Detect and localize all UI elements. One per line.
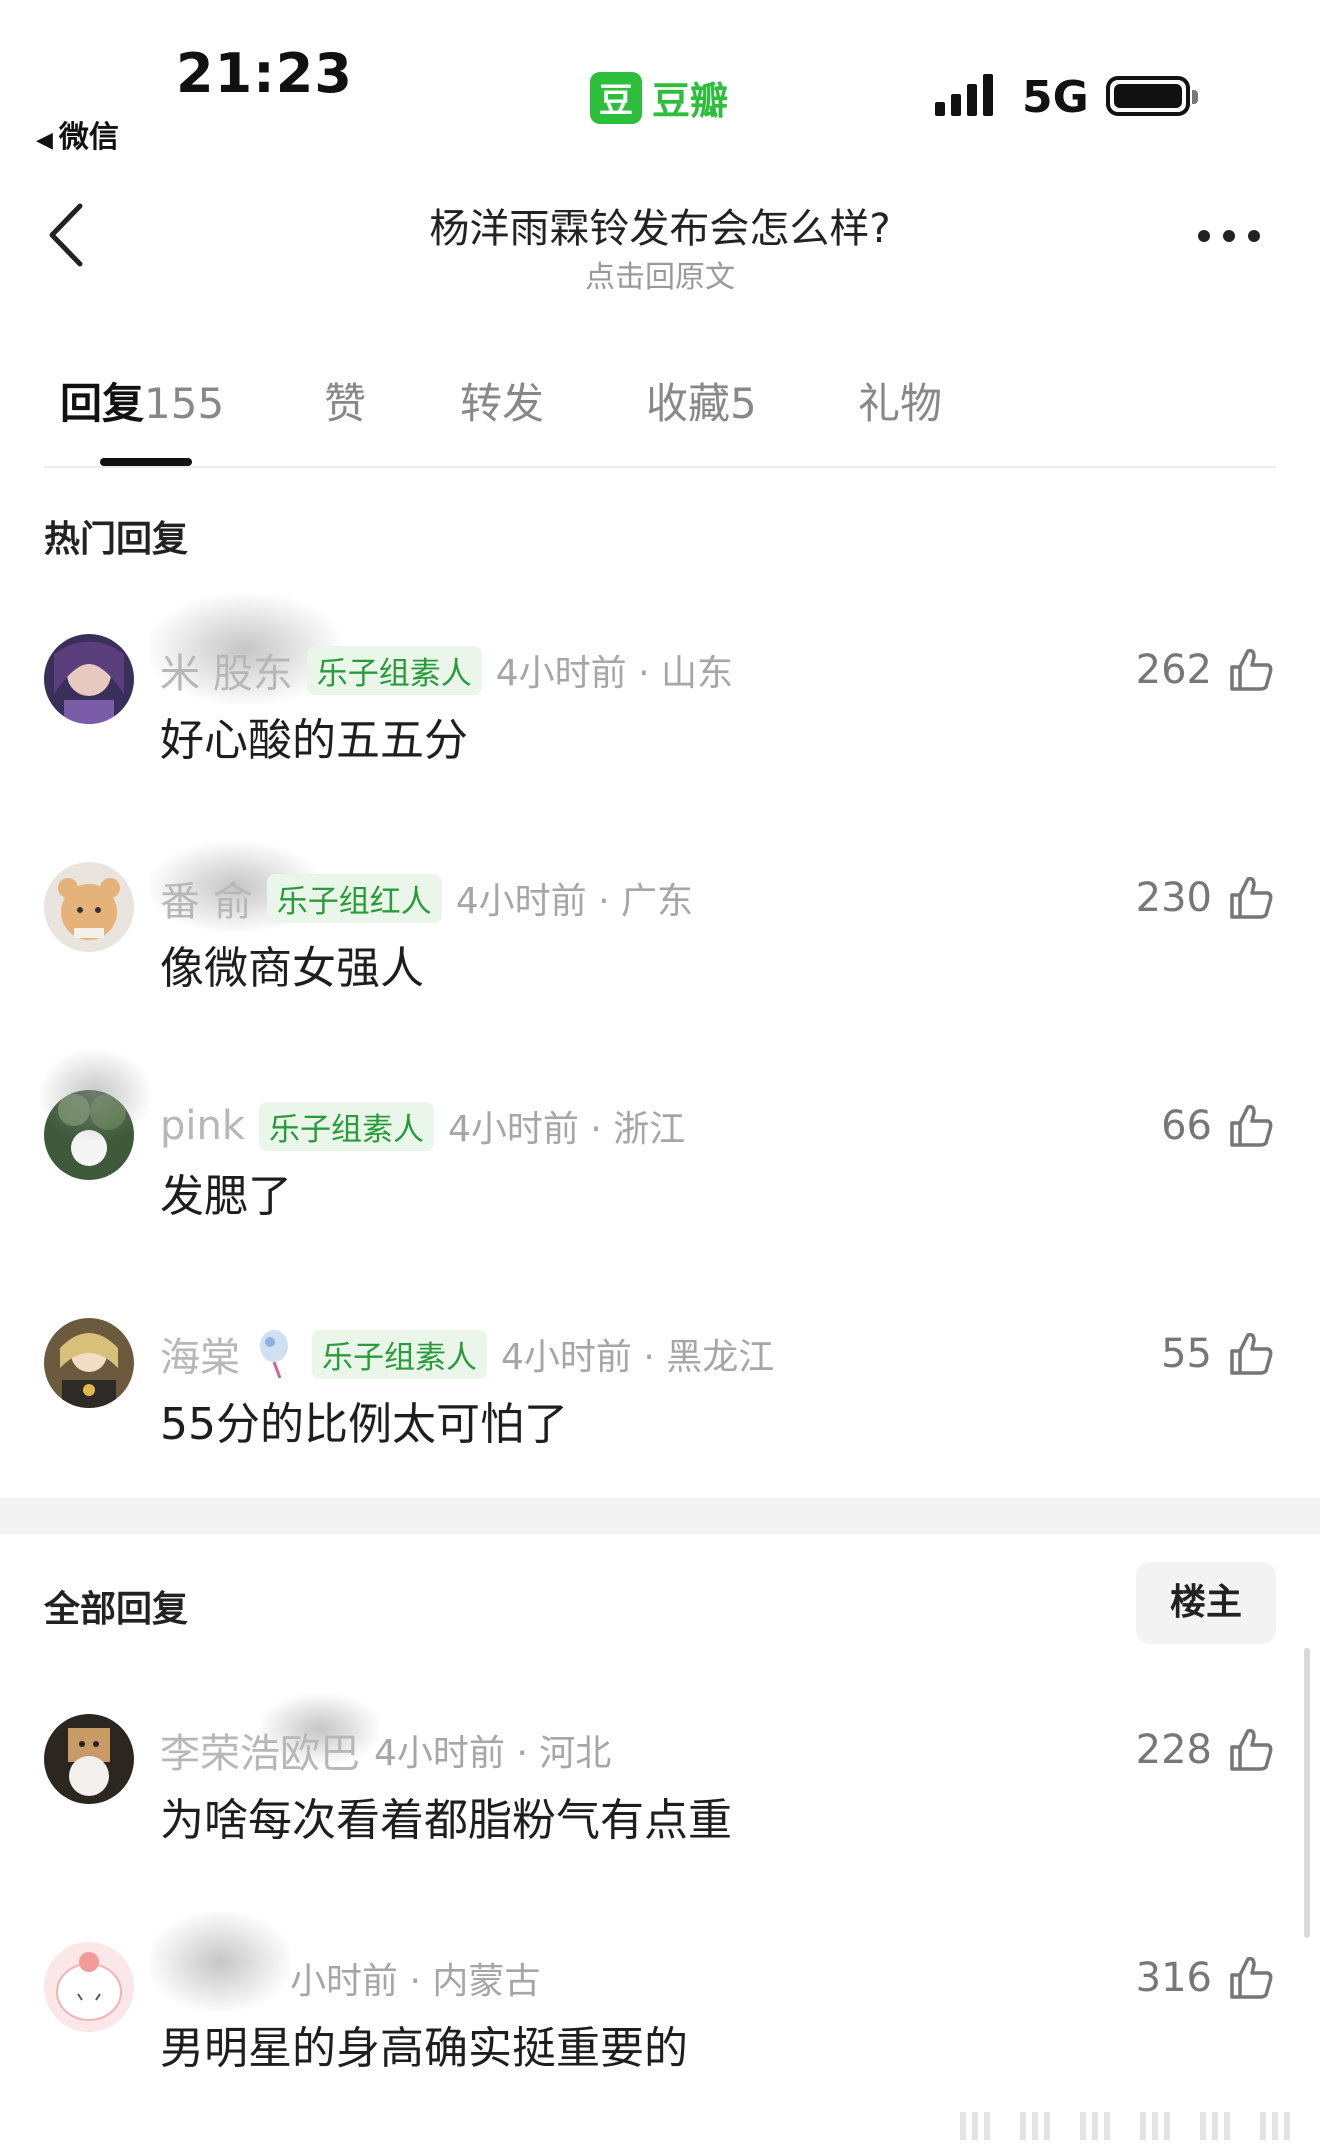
status-time: 21:23 (176, 42, 353, 105)
redaction-scribble (150, 1912, 290, 2012)
active-tab-indicator (100, 458, 192, 466)
owner-only-button[interactable]: 楼主 (1136, 1562, 1276, 1644)
app-badge: 豆 豆瓣 (590, 70, 728, 125)
tab-gifts[interactable]: 礼物 (858, 370, 942, 431)
group-badge: 乐子组素人 (306, 645, 482, 695)
nav-bar: 杨洋雨霖铃发布会怎么样? 点击回原文 (0, 180, 1320, 300)
comment-meta: 4小时前 · 河北 (374, 1733, 612, 1774)
avatar[interactable] (44, 1318, 134, 1408)
tab-count: 5 (730, 379, 757, 428)
thumbs-up-icon (1230, 1104, 1273, 1147)
like-count: 66 (1161, 1103, 1212, 1149)
tab-bar: 回复155 赞 转发 收藏5 礼物 (0, 370, 1320, 470)
tab-count: 155 (144, 379, 225, 428)
comment-username[interactable]: pink (160, 1103, 245, 1149)
tab-label: 回复 (60, 379, 145, 428)
hot-replies-heading: 热门回复 (44, 519, 189, 560)
comment-text[interactable]: 好心酸的五五分 (160, 704, 468, 768)
all-replies-heading: 全部回复 (44, 1589, 189, 1630)
watermark-bars (960, 2112, 1290, 2140)
comment-text[interactable]: 发腮了 (160, 1160, 292, 1224)
like-button[interactable]: 66 (1161, 1096, 1276, 1156)
douban-comment-page: 21:23 ◀ 微信 豆 豆瓣 5G 杨洋雨霖铃发布会怎么样? 点击回原文 回复1… (0, 0, 1320, 2154)
back-to-original-link[interactable]: 点击回原文 (0, 252, 1320, 296)
comment-header: pink 乐子组素人 4小时前 · 浙江 (160, 1096, 685, 1156)
status-bar: 21:23 ◀ 微信 豆 豆瓣 5G (0, 0, 1320, 155)
like-count: 316 (1135, 1955, 1212, 2001)
avatar[interactable] (44, 1942, 134, 2032)
section-separator (0, 1498, 1320, 1534)
thumbs-up-icon (1230, 1332, 1273, 1375)
tab-label: 赞 (324, 379, 367, 428)
group-badge: 乐子组素人 (259, 1101, 435, 1151)
like-count: 230 (1135, 875, 1212, 921)
thumbs-up-icon (1230, 648, 1273, 691)
comment-username[interactable]: 番 俞 (160, 869, 253, 927)
comment-item: pink 乐子组素人 4小时前 · 浙江 发腮了 66 (0, 1050, 1320, 1270)
thumbs-up-icon (1230, 1956, 1273, 1999)
avatar[interactable] (44, 634, 134, 724)
network-type: 5G (1022, 72, 1089, 123)
group-badge: 乐子组红人 (266, 873, 442, 923)
comment-header: 番 俞 乐子组红人 4小时前 · 广东 (160, 868, 693, 928)
comment-item: 米 股东 乐子组素人 4小时前 · 山东 好心酸的五五分 262 (0, 594, 1320, 814)
app-name: 豆瓣 (652, 79, 729, 123)
like-count: 262 (1135, 647, 1212, 693)
comment-item: 番 俞 乐子组红人 4小时前 · 广东 像微商女强人 230 (0, 842, 1320, 1042)
battery-icon (1106, 76, 1198, 116)
comment-item: 李荣浩欧巴 4小时前 · 河北 为啥每次看着都脂粉气有点重 228 (0, 1694, 1320, 1894)
comment-meta: 4小时前 · 广东 (455, 881, 693, 922)
avatar[interactable] (44, 1714, 134, 1804)
comment-text[interactable]: 为啥每次看着都脂粉气有点重 (160, 1784, 732, 1848)
back-triangle-icon: ◀ (36, 128, 53, 153)
like-button[interactable]: 228 (1136, 1720, 1276, 1780)
comment-text[interactable]: 55分的比例太可怕了 (160, 1388, 568, 1452)
balloon-icon (260, 1330, 288, 1379)
comment-header: 李荣浩欧巴 4小时前 · 河北 (160, 1720, 611, 1780)
douban-logo-icon: 豆 (590, 71, 642, 124)
like-button[interactable]: 262 (1136, 640, 1276, 700)
back-app-label: 微信 (58, 120, 119, 155)
scrollbar[interactable] (1304, 1648, 1310, 1938)
like-button[interactable]: 316 (1136, 1948, 1276, 2008)
signal-icon (935, 72, 993, 116)
like-button[interactable]: 55 (1161, 1324, 1276, 1384)
like-count: 55 (1161, 1331, 1212, 1377)
like-button[interactable]: 230 (1136, 868, 1276, 928)
tab-reposts[interactable]: 转发 (460, 370, 544, 431)
group-badge: 乐子组素人 (312, 1329, 487, 1379)
like-count: 228 (1135, 1727, 1212, 1773)
comment-header: 米 股东 乐子组素人 4小时前 · 山东 (160, 640, 733, 700)
tab-favorites[interactable]: 收藏5 (646, 370, 757, 431)
redaction-scribble (40, 1050, 150, 1140)
comment-header: 小时前 · 内蒙古 (290, 1948, 540, 2008)
comment-item: 小时前 · 内蒙古 男明星的身高确实挺重要的 316 (0, 1912, 1320, 2122)
comment-username[interactable]: 米 股东 (160, 641, 293, 699)
divider (44, 466, 1276, 468)
page-title: 杨洋雨霖铃发布会怎么样? (429, 206, 891, 252)
comment-meta: 4小时前 · 浙江 (448, 1109, 686, 1150)
avatar[interactable] (44, 862, 134, 952)
tab-replies[interactable]: 回复155 (60, 370, 224, 431)
tab-label: 收藏 (646, 379, 731, 428)
thumbs-up-icon (1230, 876, 1273, 919)
comment-username[interactable]: 海棠 (160, 1325, 240, 1383)
thumbs-up-icon (1230, 1728, 1273, 1771)
comment-text[interactable]: 像微商女强人 (160, 932, 424, 996)
back-to-wechat-link[interactable]: ◀ 微信 (36, 112, 119, 156)
tab-label: 礼物 (858, 379, 943, 428)
comment-text[interactable]: 男明星的身高确实挺重要的 (160, 2012, 688, 2076)
comment-username[interactable]: 李荣浩欧巴 (160, 1721, 360, 1779)
tab-likes[interactable]: 赞 (324, 370, 366, 431)
comment-meta: 4小时前 · 黑龙江 (501, 1337, 775, 1378)
comment-item: 海棠 乐子组素人 4小时前 · 黑龙江 55分的比例太可怕了 55 (0, 1318, 1320, 1498)
tab-label: 转发 (460, 379, 545, 428)
comment-header: 海棠 乐子组素人 4小时前 · 黑龙江 (160, 1324, 774, 1384)
more-dots-icon[interactable] (1196, 228, 1262, 244)
comment-meta: 4小时前 · 山东 (495, 653, 733, 694)
comment-meta: 小时前 · 内蒙古 (290, 1961, 541, 2002)
